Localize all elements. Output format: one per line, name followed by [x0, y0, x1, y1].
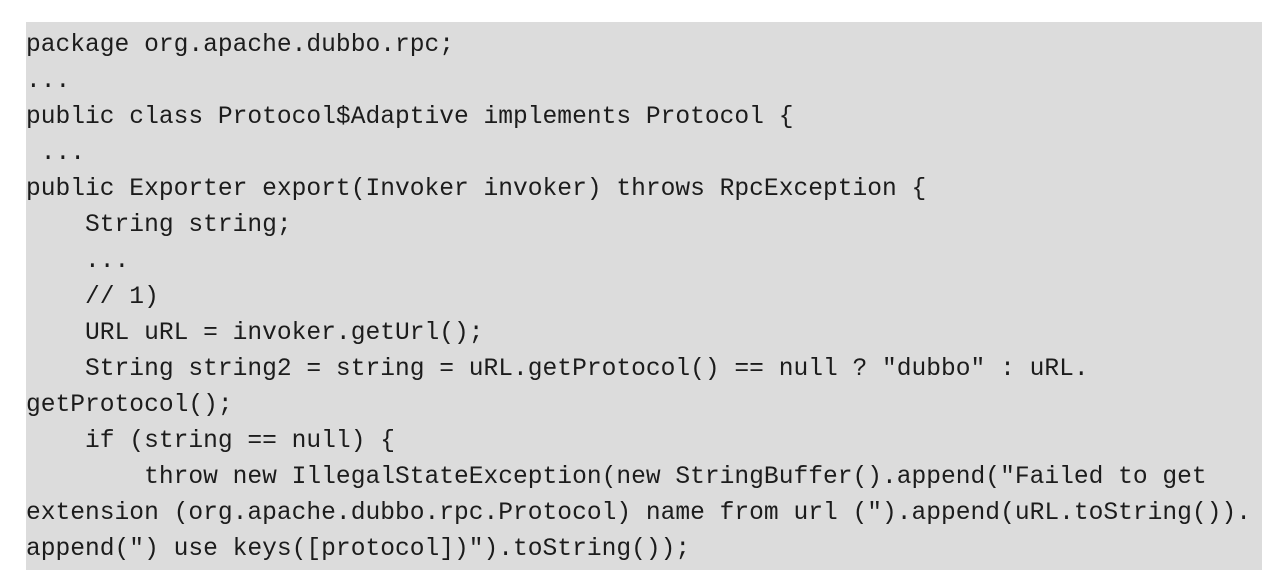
- code-line-ellipsis: ...: [26, 248, 130, 275]
- code-line-throw: throw new IllegalStateException(new Stri…: [26, 464, 1207, 491]
- code-line-method-signature: public Exporter export(Invoker invoker) …: [26, 176, 927, 203]
- code-line-url: URL uRL = invoker.getUrl();: [26, 320, 484, 347]
- code-line-class-declaration: public class Protocol$Adaptive implement…: [26, 104, 794, 131]
- code-line-if: if (string == null) {: [26, 428, 395, 455]
- code-line-throw-wrap: append(") use keys([protocol])").toStrin…: [26, 536, 691, 563]
- code-line-protocol-ternary: String string2 = string = uRL.getProtoco…: [26, 356, 1089, 383]
- code-line-throw-wrap: extension (org.apache.dubbo.rpc.Protocol…: [26, 500, 1251, 527]
- code-listing: package org.apache.dubbo.rpc; ... public…: [26, 22, 1262, 570]
- code-line-ellipsis: ...: [26, 68, 71, 95]
- code-line-variable: String string;: [26, 212, 292, 239]
- code-line-package: package org.apache.dubbo.rpc;: [26, 32, 455, 59]
- code-line-comment: // 1): [26, 284, 159, 311]
- code-line-protocol-wrap: getProtocol();: [26, 392, 233, 419]
- code-line-ellipsis: ...: [26, 140, 86, 167]
